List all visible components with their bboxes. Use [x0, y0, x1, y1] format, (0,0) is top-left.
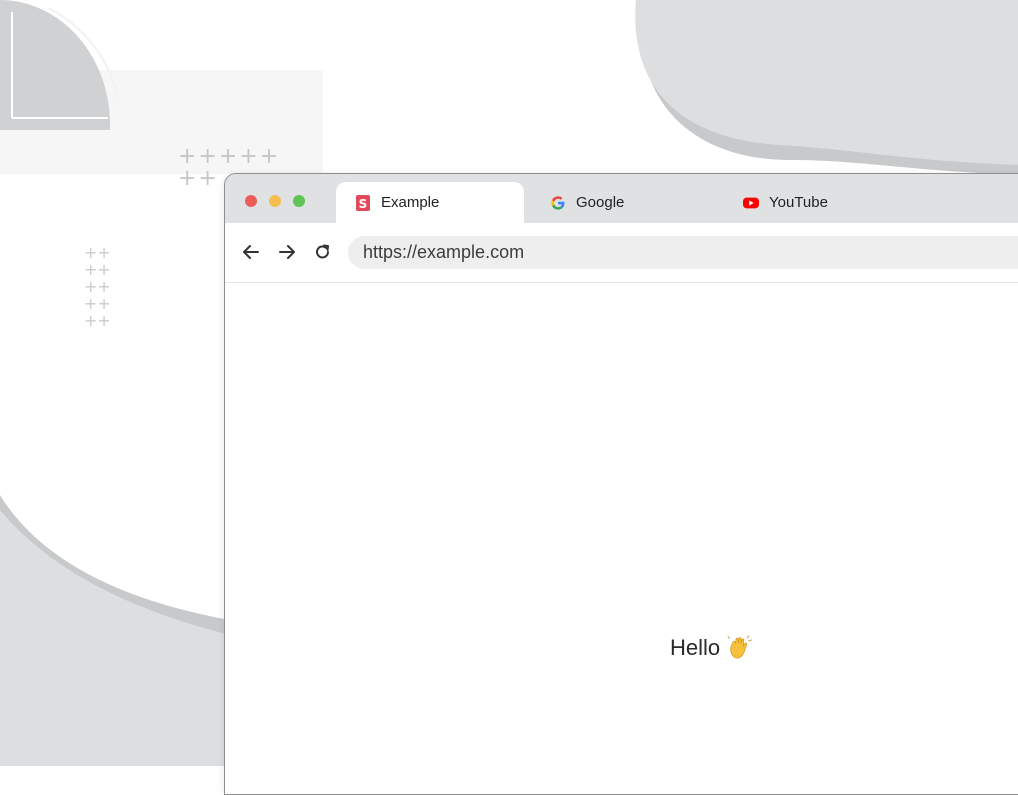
tab-example[interactable]: S Example: [336, 182, 524, 223]
tab-label: YouTube: [769, 194, 828, 211]
greeting-text: Hello: [670, 635, 721, 660]
google-g-icon: [550, 195, 566, 211]
back-arrow-icon[interactable]: [240, 241, 262, 263]
zoom-window-button[interactable]: [293, 195, 305, 207]
tab-label: Google: [576, 194, 625, 211]
tab-google[interactable]: Google: [550, 182, 624, 223]
address-bar[interactable]: https://example.com: [348, 236, 1018, 269]
close-window-button[interactable]: [245, 195, 257, 207]
minimize-window-button[interactable]: [269, 195, 281, 207]
youtube-icon: [743, 195, 759, 211]
tab-youtube[interactable]: YouTube: [743, 182, 828, 223]
tab-strip: S Example Google YouTube: [225, 174, 1018, 223]
browser-window: S Example Google YouTube https://example…: [224, 173, 1018, 795]
url-text: https://example.com: [363, 242, 525, 262]
tab-label: Example: [381, 194, 440, 211]
forward-arrow-icon[interactable]: [276, 241, 298, 263]
svg-text:S: S: [359, 197, 368, 211]
s-logo-icon: S: [355, 194, 371, 211]
plus-pattern-small: ++ ++ ++ ++ ++: [84, 243, 111, 330]
greeting: Hello: [670, 635, 753, 661]
page-content: Hello: [225, 283, 1018, 794]
reload-icon[interactable]: [312, 241, 334, 263]
waving-hand-icon: [727, 635, 753, 661]
browser-toolbar: https://example.com: [225, 223, 1018, 283]
